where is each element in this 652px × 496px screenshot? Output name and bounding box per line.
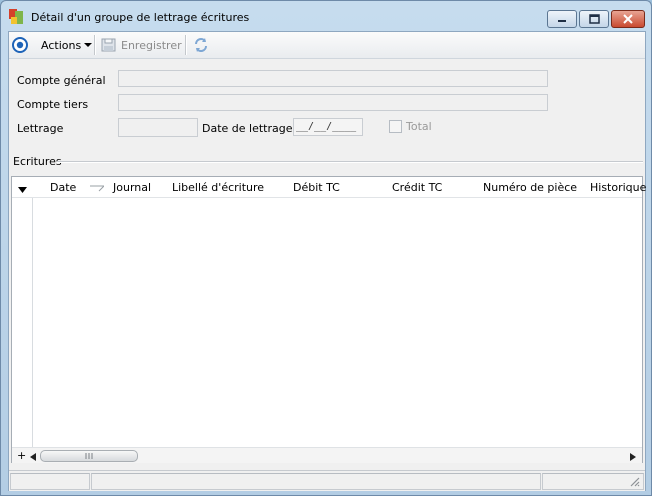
column-header-historique[interactable]: Historique [590,181,646,194]
window: Détail d'un groupe de lettrage écritures… [0,0,652,496]
dropdown-arrow-icon [84,43,93,47]
grid-header: Date Journal Libellé d'écriture Débit TC… [12,177,646,198]
save-button[interactable]: Enregistrer [101,37,182,53]
scroll-left-icon[interactable] [30,451,36,464]
column-header-debit[interactable]: Débit TC [293,181,340,194]
resize-grip-icon[interactable] [629,476,640,490]
compte-general-field[interactable] [118,70,548,87]
save-icon [101,38,116,51]
status-cell [10,473,90,490]
window-title: Détail d'un groupe de lettrage écritures [31,11,250,24]
compte-general-label: Compte général [17,74,106,87]
compte-tiers-field[interactable] [118,94,548,111]
group-divider [57,161,643,163]
ecritures-group-label: Ecritures [13,155,62,168]
refresh-icon[interactable] [193,37,209,53]
grip-icon [85,453,93,459]
actions-menu[interactable]: Actions [41,37,93,53]
toolbar: Actions Enregistrer [9,32,645,59]
close-button[interactable] [611,10,645,28]
ecritures-grid[interactable]: Date Journal Libellé d'écriture Débit TC… [11,176,646,463]
status-bar [9,470,645,491]
save-label: Enregistrer [121,38,182,52]
scroll-right-icon[interactable] [630,451,636,464]
column-header-libelle[interactable]: Libellé d'écriture [172,181,264,194]
compte-tiers-label: Compte tiers [17,98,89,111]
scroll-thumb[interactable] [40,450,138,462]
lettrage-field[interactable] [118,118,198,137]
column-header-date[interactable]: Date [50,181,76,194]
minimize-button[interactable] [547,10,577,28]
column-header-numero-piece[interactable]: Numéro de pièce [483,181,577,194]
total-label: Total [406,120,432,133]
target-icon[interactable] [12,37,28,53]
title-bar[interactable]: Détail d'un groupe de lettrage écritures [1,1,651,31]
maximize-button[interactable] [579,10,609,28]
toolbar-separator [185,35,187,55]
column-chooser-icon[interactable] [18,183,27,196]
toolbar-separator [94,35,96,55]
date-lettrage-label: Date de lettrage [202,122,293,135]
date-lettrage-field[interactable]: __/__/____ [293,118,363,136]
app-icon [9,9,25,25]
sort-indicator-icon [90,182,106,195]
add-row-button[interactable]: + [17,449,26,462]
horizontal-scrollbar[interactable]: + [12,447,642,463]
lettrage-label: Lettrage [17,122,64,135]
actions-label: Actions [41,38,82,52]
row-selector-column [12,177,33,462]
total-checkbox[interactable] [389,120,402,133]
column-header-journal[interactable]: Journal [113,181,151,194]
status-cell [91,473,541,490]
client-area: Actions Enregistrer Compte général Compt… [8,31,646,491]
column-header-credit[interactable]: Crédit TC [392,181,442,194]
